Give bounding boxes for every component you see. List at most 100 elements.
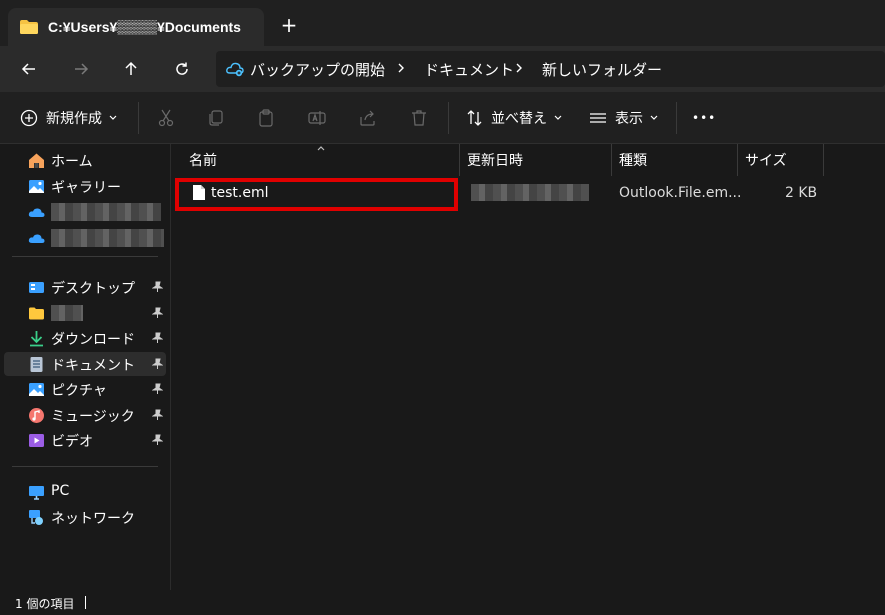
video-icon <box>29 434 44 447</box>
pin-icon[interactable] <box>152 409 163 421</box>
tab-title: C:¥Users¥▒▒▒▒¥Documents <box>48 19 241 35</box>
sidebar-item-label: ギャラリー <box>51 180 121 196</box>
back-button[interactable] <box>18 58 40 80</box>
divider <box>676 102 677 134</box>
divider <box>12 256 158 257</box>
sidebar-item-label: デスクトップ <box>51 281 135 297</box>
sidebar-item-pictures[interactable]: ピクチャ <box>4 377 166 401</box>
sidebar-item-onedrive[interactable] <box>4 200 166 224</box>
status-bar: 1 個の項目 <box>0 590 885 615</box>
arrow-left-icon <box>21 63 35 75</box>
folder-icon <box>20 20 38 34</box>
pin-icon[interactable] <box>152 434 163 446</box>
column-header-type[interactable]: 種類 <box>611 144 737 176</box>
sidebar-item-gallery[interactable]: ギャラリー <box>4 174 166 198</box>
sidebar-item-videos[interactable]: ビデオ <box>4 428 166 452</box>
new-button-label: 新規作成 <box>46 111 102 127</box>
file-size: 2 KB <box>785 185 818 201</box>
file-list: 名前 更新日時 種類 サイズ test.eml Outlook.File.em.… <box>171 144 885 590</box>
file-explorer-window: C:¥Users¥▒▒▒▒¥Documents + バックアップの開始 ドキュメ… <box>0 0 885 615</box>
sidebar-item-label: ネットワーク <box>51 511 135 527</box>
refresh-button[interactable] <box>171 58 193 80</box>
chevron-right-icon[interactable] <box>396 60 406 76</box>
folder-icon <box>29 307 44 320</box>
divider <box>138 102 139 134</box>
cut-icon[interactable] <box>156 108 176 128</box>
navigation-pane: ホーム ギャラリー デスクトップ ダウンロード ドキュメント ピクチャ ミュージ… <box>0 144 170 590</box>
rename-icon[interactable] <box>307 108 327 128</box>
forward-button[interactable] <box>70 58 92 80</box>
address-bar[interactable]: バックアップの開始 ドキュメント 新しいフォルダー <box>216 51 885 87</box>
tab-documents[interactable]: C:¥Users¥▒▒▒▒¥Documents <box>8 8 264 46</box>
sidebar-item-pc[interactable]: PC <box>4 480 166 504</box>
divider <box>85 596 86 609</box>
breadcrumb-backup[interactable]: バックアップの開始 <box>250 59 385 80</box>
chevron-right-icon[interactable] <box>514 60 524 76</box>
view-button[interactable]: 表示 <box>589 106 659 130</box>
pin-icon[interactable] <box>152 358 163 370</box>
file-type: Outlook.File.em... <box>619 185 742 201</box>
chevron-down-icon <box>109 115 117 120</box>
sort-button[interactable]: 並べ替え <box>466 106 563 130</box>
more-options-button[interactable]: ••• <box>692 106 716 130</box>
column-divider[interactable] <box>823 144 824 176</box>
sidebar-item-desktop[interactable]: デスクトップ <box>4 275 166 299</box>
home-icon <box>29 153 44 168</box>
pc-icon <box>29 486 44 500</box>
pin-icon[interactable] <box>152 281 163 293</box>
sort-icon <box>467 110 482 126</box>
view-list-icon <box>590 113 606 123</box>
refresh-icon <box>176 62 188 75</box>
music-icon <box>29 408 44 423</box>
sidebar-item-label: ミュージック <box>51 409 135 425</box>
copy-icon[interactable] <box>206 108 226 128</box>
onedrive-icon <box>28 234 45 243</box>
column-header-date[interactable]: 更新日時 <box>459 144 611 176</box>
new-button[interactable]: 新規作成 <box>20 106 118 130</box>
sort-button-label: 並べ替え <box>491 111 547 127</box>
share-icon[interactable] <box>358 108 378 128</box>
redacted-label <box>51 203 161 221</box>
command-bar: 新規作成 並べ替え 表示 ••• <box>0 92 885 144</box>
chevron-down-icon <box>554 115 562 120</box>
redacted-label <box>51 305 83 321</box>
onedrive-icon <box>28 208 45 217</box>
view-button-label: 表示 <box>615 111 643 127</box>
sidebar-item-onedrive[interactable] <box>4 226 166 250</box>
divider <box>12 466 158 467</box>
pin-icon[interactable] <box>152 383 163 395</box>
title-bar: C:¥Users¥▒▒▒▒¥Documents + <box>0 0 885 46</box>
divider <box>448 102 449 134</box>
redacted-date <box>471 184 589 201</box>
chevron-down-icon <box>650 115 658 120</box>
breadcrumb-new-folder[interactable]: 新しいフォルダー <box>542 59 662 80</box>
sidebar-item-label: PC <box>51 483 70 499</box>
navigation-bar: バックアップの開始 ドキュメント 新しいフォルダー <box>0 46 885 92</box>
sidebar-item-documents[interactable]: ドキュメント <box>4 352 166 376</box>
new-tab-button[interactable]: + <box>278 14 300 36</box>
up-button[interactable] <box>120 58 142 80</box>
sidebar-item-home[interactable]: ホーム <box>4 148 166 172</box>
arrow-right-icon <box>75 63 89 75</box>
column-header-name[interactable]: 名前 <box>181 144 459 176</box>
redacted-label <box>51 229 164 247</box>
sidebar-item-folder[interactable] <box>4 301 166 325</box>
paste-icon[interactable] <box>256 108 276 128</box>
sidebar-item-label: ピクチャ <box>51 383 107 399</box>
delete-icon[interactable] <box>409 108 429 128</box>
sidebar-item-label: ホーム <box>51 154 93 170</box>
sidebar-item-label: ダウンロード <box>51 332 135 348</box>
pin-icon[interactable] <box>152 332 163 344</box>
breadcrumb-documents[interactable]: ドキュメント <box>424 59 514 80</box>
sidebar-item-music[interactable]: ミュージック <box>4 403 166 427</box>
sidebar-item-downloads[interactable]: ダウンロード <box>4 326 166 350</box>
documents-icon <box>30 357 43 372</box>
desktop-icon <box>29 282 44 293</box>
pin-icon[interactable] <box>152 307 163 319</box>
arrow-up-icon <box>125 61 137 75</box>
sidebar-item-network[interactable]: ネットワーク <box>4 505 166 529</box>
network-icon <box>29 510 43 525</box>
gallery-icon <box>29 180 44 193</box>
column-header-size[interactable]: サイズ <box>737 144 823 176</box>
item-count: 1 個の項目 <box>15 597 75 611</box>
